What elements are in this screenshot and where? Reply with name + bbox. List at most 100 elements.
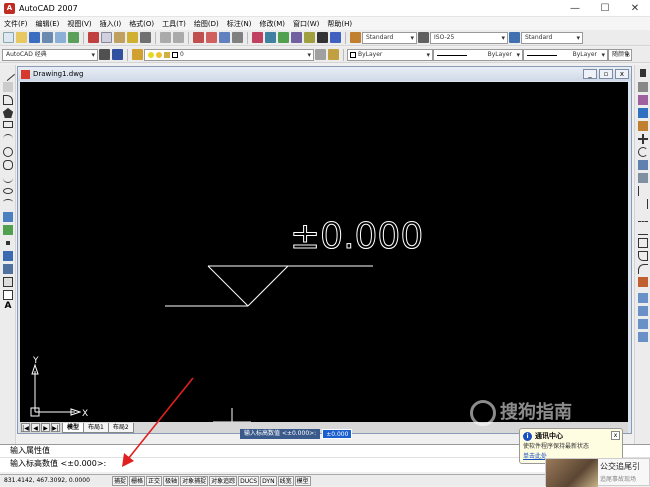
tool-palettes-icon[interactable] [278,32,289,43]
drawing-minimize-button[interactable]: _ [583,69,597,79]
menu-help[interactable]: 帮助(H) [323,19,356,29]
zoom-previous-icon[interactable] [232,32,243,43]
help-icon[interactable] [330,32,341,43]
plotstyle-select[interactable]: 随颜色 [608,48,632,61]
menu-insert[interactable]: 插入(I) [96,19,126,29]
insert-block-icon[interactable] [3,212,13,222]
polyline-icon[interactable] [3,95,13,105]
polygon-icon[interactable] [3,108,13,118]
markup-icon[interactable] [304,32,315,43]
copy-object-icon[interactable] [638,82,648,92]
open-icon[interactable] [16,32,27,43]
revision-cloud-icon[interactable] [3,160,13,170]
dynamic-input-value[interactable]: ±0.000 [322,429,353,439]
polar-toggle[interactable]: 极轴 [163,475,180,486]
circle-icon[interactable] [3,147,13,157]
ellipse-arc-icon[interactable] [3,199,13,205]
region-icon[interactable] [3,277,13,287]
menu-format[interactable]: 格式(O) [125,19,158,29]
grid-toggle[interactable]: 栅格 [129,475,146,486]
line-icon[interactable] [0,66,16,82]
news-ad-panel[interactable]: 公交追尾引 追尾事故现场 [545,458,650,487]
preview-icon[interactable] [55,32,66,43]
tab-first-button[interactable]: |◀ [21,423,30,432]
join-icon[interactable] [638,238,648,248]
paste-icon[interactable] [114,32,125,43]
layer-manager-icon[interactable] [132,49,143,60]
model-toggle[interactable]: 模型 [294,475,311,486]
properties-icon[interactable] [252,32,263,43]
construction-line-icon[interactable] [3,82,13,92]
zoom-realtime-icon[interactable] [206,32,217,43]
new-icon[interactable] [3,32,14,43]
table-style-select[interactable]: Standard [521,31,583,44]
lineweight-toggle[interactable]: 线宽 [277,475,294,486]
redo-icon[interactable] [173,32,184,43]
maximize-button[interactable]: ☐ [590,0,620,17]
ducs-toggle[interactable]: DUCS [238,475,260,486]
bring-front-icon[interactable] [638,306,648,316]
notification-close-button[interactable]: x [611,431,620,440]
erase-icon[interactable] [640,69,646,77]
point-icon[interactable] [6,241,10,245]
break-icon[interactable] [638,225,648,235]
gradient-icon[interactable] [3,264,13,274]
stretch-icon[interactable] [638,173,648,183]
color-select[interactable]: ByLayer [347,48,433,61]
workspace-save-icon[interactable] [112,49,123,60]
publish-icon[interactable] [68,32,79,43]
ellipse-icon[interactable] [3,188,13,194]
extend-icon[interactable] [638,199,648,209]
menu-draw[interactable]: 绘图(D) [190,19,223,29]
block-editor-icon[interactable] [140,32,151,43]
scale-icon[interactable] [638,160,648,170]
match-properties-icon[interactable] [127,32,138,43]
undo-icon[interactable] [160,32,171,43]
menu-edit[interactable]: 编辑(E) [32,19,64,29]
send-back-icon[interactable] [638,319,648,329]
zoom-window-icon[interactable] [219,32,230,43]
print-icon[interactable] [42,32,53,43]
spline-icon[interactable] [3,173,13,183]
move-icon[interactable] [638,134,648,144]
bring-above-icon[interactable] [638,332,648,342]
hatch-icon[interactable] [3,251,13,261]
menu-tools[interactable]: 工具(T) [158,19,190,29]
tab-prev-button[interactable]: ◀ [31,423,40,432]
fillet-icon[interactable] [638,264,648,274]
save-icon[interactable] [29,32,40,43]
tab-next-button[interactable]: ▶ [41,423,50,432]
chamfer-icon[interactable] [638,251,648,261]
snap-toggle[interactable]: 捕捉 [112,475,129,486]
workspace-select[interactable]: AutoCAD 经典 [2,48,98,61]
layer-select[interactable]: 0 [144,48,314,61]
menu-file[interactable]: 文件(F) [0,19,32,29]
minimize-button[interactable]: — [560,0,590,17]
make-current-layer-icon[interactable] [315,49,326,60]
pan-icon[interactable] [193,32,204,43]
arc-icon[interactable] [3,134,13,144]
draw-order-icon[interactable] [638,293,648,303]
text-style-select[interactable]: Standard [362,31,417,44]
rectangle-icon[interactable] [3,121,13,128]
offset-icon[interactable] [638,108,648,118]
table-icon[interactable] [3,290,13,300]
break-at-point-icon[interactable] [638,212,648,222]
otrack-toggle[interactable]: 对象追踪 [209,475,238,486]
model-space-canvas[interactable]: ±0.000 Y X [20,82,628,422]
drawing-close-button[interactable]: x [615,69,629,79]
dim-style-select[interactable]: ISO-25 [430,31,508,44]
multiline-text-icon[interactable]: A [3,301,13,311]
layer-previous-icon[interactable] [328,49,339,60]
tab-last-button[interactable]: ▶| [51,423,60,432]
design-center-icon[interactable] [265,32,276,43]
workspace-settings-icon[interactable] [99,49,110,60]
make-block-icon[interactable] [3,225,13,235]
lineweight-select[interactable]: ByLayer [523,48,608,61]
tab-model[interactable]: 模型 [62,422,85,433]
sheet-set-icon[interactable] [291,32,302,43]
close-button[interactable]: ✕ [620,0,650,17]
copy-icon[interactable] [101,32,112,43]
cut-icon[interactable] [88,32,99,43]
dyn-toggle[interactable]: DYN [260,475,277,486]
